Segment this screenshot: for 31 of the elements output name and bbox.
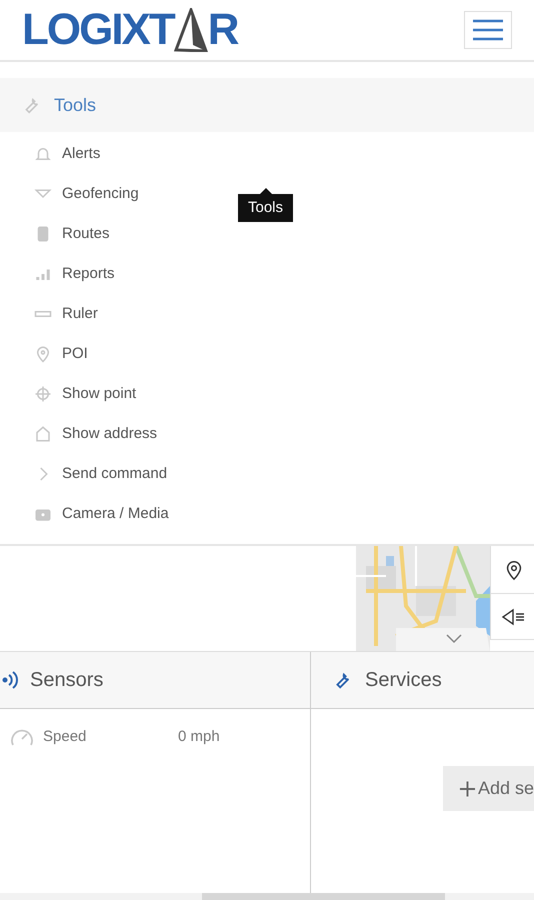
house-icon — [34, 425, 52, 443]
sensors-header: Sensors — [0, 652, 310, 709]
add-service-button[interactable]: Add se — [443, 766, 534, 811]
signal-icon — [2, 670, 20, 690]
tools-menu-item[interactable]: Alerts — [0, 134, 220, 174]
tools-menu-item[interactable]: Routes — [0, 214, 220, 254]
tools-menu-item[interactable]: Show address — [0, 414, 220, 454]
tooltip: Tools — [238, 188, 294, 222]
plus-icon — [459, 780, 476, 798]
tools-menu-item[interactable]: POI — [0, 334, 220, 374]
logo: LOGIXT R — [22, 8, 238, 52]
tools-header[interactable]: Tools — [0, 78, 534, 132]
tools-menu-item[interactable]: Geofencing — [0, 174, 220, 214]
megaphone-icon — [501, 606, 525, 626]
chevron-down-icon[interactable] — [446, 634, 462, 644]
sensor-value: 0 mph — [178, 726, 220, 747]
map-pin-button[interactable] — [490, 546, 534, 594]
menu-icon — [472, 19, 504, 41]
tools-menu-item[interactable]: Send command — [0, 454, 220, 494]
tools-menu-item[interactable]: Camera / Media — [0, 494, 220, 534]
sensor-name: Speed — [43, 726, 88, 747]
pin-icon — [34, 345, 52, 363]
menu-button[interactable] — [464, 11, 512, 49]
crosshair-icon — [34, 385, 52, 403]
scrollbar-thumb[interactable] — [202, 893, 445, 900]
tools-menu-item[interactable]: Ruler — [0, 294, 220, 334]
services-header: Services — [311, 652, 534, 709]
tools-title: Tools — [54, 94, 96, 116]
tools-menu-item[interactable]: Show point — [0, 374, 220, 414]
tools-menu-item[interactable]: Reports — [0, 254, 220, 294]
bell-icon — [34, 145, 52, 163]
